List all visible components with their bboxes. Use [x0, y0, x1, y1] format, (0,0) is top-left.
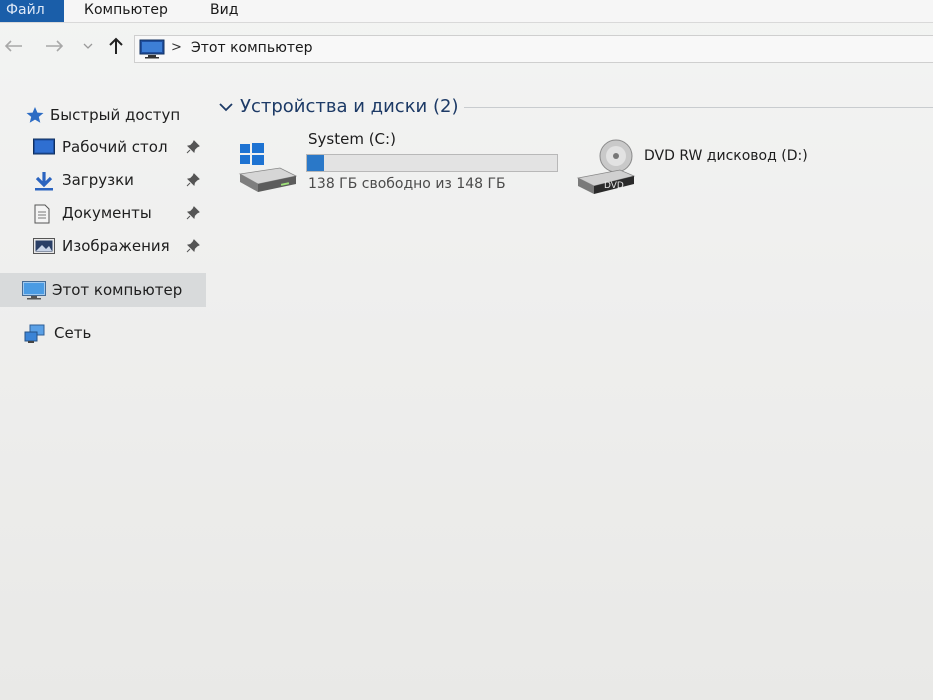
group-title: Устройства и диски (2)	[240, 96, 459, 117]
up-button[interactable]	[105, 34, 127, 58]
pin-icon[interactable]	[186, 206, 200, 224]
drive-name: DVD RW дисковод (D:)	[644, 148, 808, 164]
star-icon	[25, 106, 45, 128]
ribbon: Файл Компьютер Вид	[0, 0, 933, 23]
recent-locations-button[interactable]	[80, 34, 96, 58]
sidebar-item-label: Загрузки	[62, 171, 134, 189]
dvd-drive-icon: DVD	[576, 138, 638, 200]
sidebar-item-pictures[interactable]: Изображения	[0, 231, 206, 261]
arrow-right-icon	[46, 40, 64, 52]
group-divider	[464, 107, 933, 108]
sidebar-item-documents[interactable]: Документы	[0, 198, 206, 228]
arrow-left-icon	[4, 40, 22, 52]
devices-group-header[interactable]: Устройства и диски (2)	[218, 94, 933, 122]
sidebar-item-network[interactable]: Сеть	[0, 318, 206, 348]
pin-icon[interactable]	[186, 140, 200, 158]
navigation-pane: Быстрый доступ Рабочий стол Загрузки Док…	[0, 90, 206, 700]
sidebar-item-desktop[interactable]: Рабочий стол	[0, 132, 206, 162]
drive-d[interactable]: DVD DVD RW дисковод (D:)	[576, 138, 836, 198]
drive-usage-bar-fill	[307, 155, 324, 171]
drive-name: System (C:)	[308, 130, 396, 148]
sidebar-item-downloads[interactable]: Загрузки	[0, 165, 206, 195]
windows-drive-icon	[236, 140, 300, 196]
chevron-down-icon[interactable]	[218, 98, 234, 117]
sidebar-item-label: Быстрый доступ	[50, 106, 181, 124]
chevron-down-icon	[83, 43, 93, 49]
sidebar-item-label: Изображения	[62, 237, 170, 255]
sidebar-item-label: Рабочий стол	[62, 138, 168, 156]
dvd-icon-label: DVD	[604, 181, 624, 191]
computer-icon	[139, 39, 165, 63]
navigation-bar: > Этот компьютер	[0, 22, 933, 72]
forward-button[interactable]	[44, 34, 66, 58]
network-icon	[24, 324, 46, 348]
sidebar-item-label: Этот компьютер	[52, 281, 183, 299]
image-icon	[33, 237, 55, 259]
tab-view[interactable]: Вид	[210, 0, 238, 22]
pin-icon[interactable]	[186, 173, 200, 191]
arrow-up-icon	[109, 37, 123, 54]
breadcrumb-separator[interactable]: >	[171, 40, 182, 55]
pin-icon[interactable]	[186, 239, 200, 257]
sidebar-item-this-pc[interactable]: Этот компьютер	[0, 273, 206, 307]
drive-free-space: 138 ГБ свободно из 148 ГБ	[308, 176, 506, 192]
drive-usage-bar	[306, 154, 558, 172]
tab-file[interactable]: Файл	[0, 0, 64, 22]
document-icon	[33, 204, 51, 228]
breadcrumb-this-pc[interactable]: Этот компьютер	[191, 40, 313, 56]
back-button[interactable]	[2, 34, 24, 58]
address-bar[interactable]: > Этот компьютер	[134, 35, 933, 63]
sidebar-item-quick-access[interactable]: Быстрый доступ	[0, 100, 206, 130]
drive-c[interactable]: System (C:) 138 ГБ свободно из 148 ГБ	[236, 128, 566, 196]
tab-computer[interactable]: Компьютер	[84, 0, 168, 22]
computer-icon	[22, 281, 46, 305]
desktop-icon	[33, 138, 55, 160]
download-icon	[33, 171, 55, 195]
sidebar-item-label: Сеть	[54, 324, 92, 342]
sidebar-item-label: Документы	[62, 204, 152, 222]
